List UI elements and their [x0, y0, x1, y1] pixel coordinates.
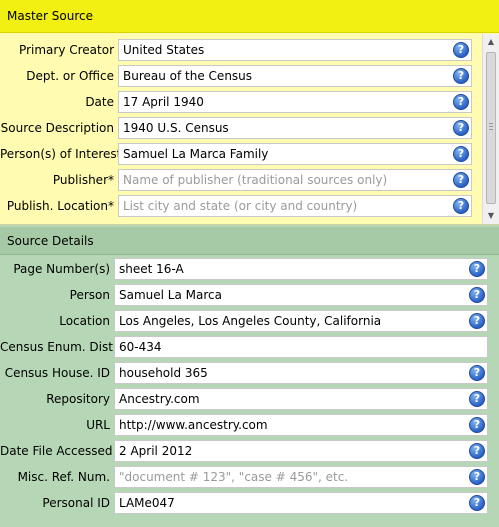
publisher-field[interactable]: Name of publisher (traditional sources o… — [118, 169, 472, 191]
source-details-title: Source Details — [7, 234, 94, 248]
field-label: Primary Creator — [19, 43, 114, 57]
dept-or-office-field[interactable]: Bureau of the Census — [118, 65, 472, 87]
field-label: Page Number(s) — [13, 262, 110, 276]
vertical-scrollbar[interactable]: ▲ ▼ — [482, 34, 499, 224]
page-number-s-field[interactable]: sheet 16-A — [114, 258, 488, 280]
master-row-date: Date 17 April 1940? — [0, 91, 499, 113]
help-question-icon[interactable]: ? — [453, 94, 469, 110]
details-row-person: Person Samuel La Marca? — [0, 284, 499, 306]
master-row-person-s-of-interest: Person(s) of Interest Samuel La Marca Fam… — [0, 143, 499, 165]
help-question-icon[interactable]: ? — [469, 469, 485, 485]
master-row-source-description: Source Description 1940 U.S. Census? — [0, 117, 499, 139]
field-label: Dept. or Office — [26, 69, 114, 83]
help-question-icon[interactable]: ? — [469, 313, 485, 329]
master-row-primary-creator: Primary Creator United States? — [0, 39, 499, 61]
details-row-url: URL http://www.ancestry.com? — [0, 414, 499, 436]
details-row-repository: Repository Ancestry.com? — [0, 388, 499, 410]
location-field[interactable]: Los Angeles, Los Angeles County, Califor… — [114, 310, 488, 332]
details-row-census-enum-dist: Census Enum. Dist. 60-434 — [0, 336, 499, 358]
source-details-panel: Source Details Page Number(s) sheet 16-A?… — [0, 227, 499, 527]
field-label: Repository — [46, 392, 110, 406]
help-question-icon[interactable]: ? — [453, 146, 469, 162]
master-source-panel: Master Source Primary Creator United Stat… — [0, 0, 499, 225]
details-row-personal-id: Personal ID LAMe047? — [0, 492, 499, 514]
primary-creator-field[interactable]: United States — [118, 39, 472, 61]
help-question-icon[interactable]: ? — [453, 198, 469, 214]
field-label: Person — [69, 288, 110, 302]
field-label: Date — [85, 95, 114, 109]
field-label: Personal ID — [42, 496, 110, 510]
field-label: URL — [86, 418, 110, 432]
source-description-field[interactable]: 1940 U.S. Census — [118, 117, 472, 139]
master-source-title: Master Source — [7, 9, 94, 23]
census-house-id-field[interactable]: household 365 — [114, 362, 488, 384]
details-row-census-house-id: Census House. ID household 365? — [0, 362, 499, 384]
scroll-thumb[interactable] — [486, 52, 496, 204]
field-label: Census Enum. Dist. — [0, 340, 117, 354]
field-label: Publisher* — [52, 173, 114, 187]
help-question-icon[interactable]: ? — [469, 261, 485, 277]
url-field[interactable]: http://www.ancestry.com — [114, 414, 488, 436]
details-row-page-number-s: Page Number(s) sheet 16-A? — [0, 258, 499, 280]
help-question-icon[interactable]: ? — [469, 417, 485, 433]
field-label: Census House. ID — [4, 366, 110, 380]
field-label: Date File Accessed — [0, 444, 113, 458]
details-row-misc-ref-num: Misc. Ref. Num. "document # 123", "case #… — [0, 466, 499, 488]
person-s-of-interest-field[interactable]: Samuel La Marca Family — [118, 143, 472, 165]
help-question-icon[interactable]: ? — [453, 172, 469, 188]
master-row-publish-location: Publish. Location* List city and state (o… — [0, 195, 499, 217]
help-question-icon[interactable]: ? — [469, 287, 485, 303]
details-row-date-file-accessed: Date File Accessed 2 April 2012? — [0, 440, 499, 462]
census-enum-dist-field[interactable]: 60-434 — [114, 336, 488, 358]
date-field[interactable]: 17 April 1940 — [118, 91, 472, 113]
field-label: Misc. Ref. Num. — [17, 470, 110, 484]
field-label: Publish. Location* — [6, 199, 114, 213]
date-file-accessed-field[interactable]: 2 April 2012 — [114, 440, 488, 462]
master-source-header: Master Source — [0, 0, 499, 33]
field-label: Person(s) of Interest — [0, 147, 122, 161]
help-question-icon[interactable]: ? — [453, 42, 469, 58]
help-question-icon[interactable]: ? — [453, 68, 469, 84]
repository-field[interactable]: Ancestry.com — [114, 388, 488, 410]
person-field[interactable]: Samuel La Marca — [114, 284, 488, 306]
scroll-down-arrow-icon[interactable]: ▼ — [483, 208, 499, 224]
help-question-icon[interactable]: ? — [469, 391, 485, 407]
help-question-icon[interactable]: ? — [469, 495, 485, 511]
scroll-up-arrow-icon[interactable]: ▲ — [483, 34, 499, 50]
field-label: Location — [59, 314, 110, 328]
help-question-icon[interactable]: ? — [469, 443, 485, 459]
details-row-location: Location Los Angeles, Los Angeles County,… — [0, 310, 499, 332]
help-question-icon[interactable]: ? — [453, 120, 469, 136]
misc-ref-num-field[interactable]: "document # 123", "case # 456", etc. — [114, 466, 488, 488]
publish-location-field[interactable]: List city and state (or city and country… — [118, 195, 472, 217]
help-question-icon[interactable]: ? — [469, 365, 485, 381]
field-label: Source Description — [0, 121, 114, 135]
personal-id-field[interactable]: LAMe047 — [114, 492, 488, 514]
master-row-dept-or-office: Dept. or Office Bureau of the Census? — [0, 65, 499, 87]
source-details-header: Source Details — [0, 227, 499, 255]
master-row-publisher: Publisher* Name of publisher (traditional… — [0, 169, 499, 191]
